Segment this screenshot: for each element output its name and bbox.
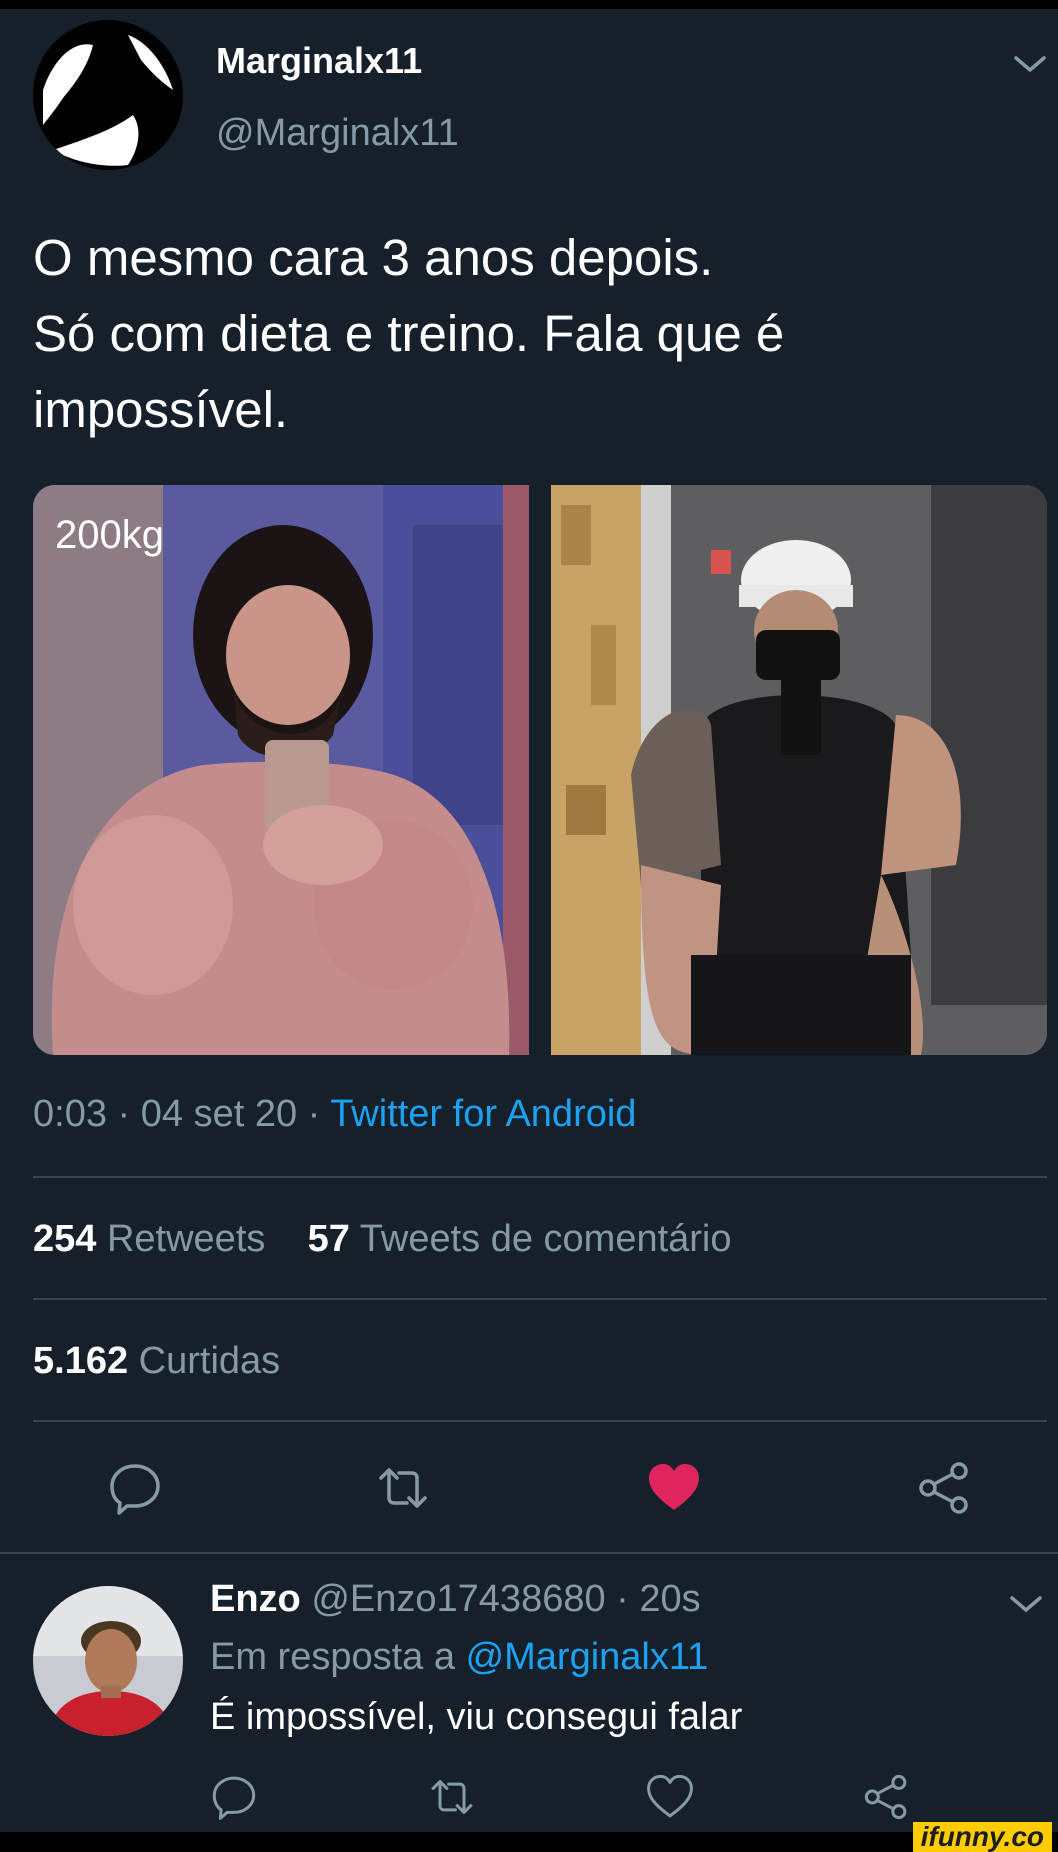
reply-time: 20s	[639, 1578, 701, 1620]
retweet-icon[interactable]	[375, 1460, 431, 1516]
quotes-label: Tweets de comentário	[359, 1218, 732, 1260]
reply-context-label: Em resposta a	[210, 1636, 455, 1678]
reply-icon[interactable]	[210, 1773, 258, 1821]
tweet-meta: 0:03 · 04 set 20 · Twitter for Android	[33, 1093, 636, 1136]
tweet-text-line: Só com dieta e treino. Fala que é	[33, 305, 785, 362]
divider	[33, 1420, 1047, 1422]
tweet-time: 0:03	[33, 1093, 107, 1135]
reply-author-avatar[interactable]	[33, 1586, 183, 1736]
likes-label: Curtidas	[138, 1340, 281, 1382]
avatar-silhouette-image	[33, 20, 183, 170]
quotes-count: 57	[307, 1218, 350, 1260]
reply-author-handle[interactable]: @Enzo17438680	[311, 1578, 605, 1620]
heart-filled-icon[interactable]	[646, 1460, 702, 1516]
share-icon[interactable]	[916, 1460, 972, 1516]
divider	[33, 1298, 1047, 1300]
retweets-stat[interactable]: 254 Retweets	[33, 1218, 265, 1260]
before-photo-image	[33, 485, 529, 1055]
meta-separator: ·	[307, 1093, 321, 1135]
likes-stat[interactable]: 5.162 Curtidas	[33, 1340, 280, 1383]
tweet-text-line: O mesmo cara 3 anos depois.	[33, 229, 714, 286]
divider	[33, 1176, 1047, 1178]
author-avatar[interactable]	[33, 20, 183, 170]
tweet-photo-before[interactable]: 200kg	[33, 485, 529, 1055]
reply-context-mention[interactable]: @Marginalx11	[466, 1636, 709, 1678]
reply-author-name[interactable]: Enzo	[210, 1578, 301, 1620]
reply-icon[interactable]	[107, 1460, 163, 1516]
likes-count: 5.162	[33, 1340, 129, 1382]
watermark-bar	[0, 1832, 1058, 1852]
retweet-stats: 254 Retweets 57 Tweets de comentário	[33, 1218, 732, 1261]
quotes-stat[interactable]: 57 Tweets de comentário	[308, 1218, 732, 1260]
chevron-down-icon[interactable]	[1008, 1592, 1044, 1616]
heart-icon[interactable]	[646, 1773, 694, 1821]
author-handle[interactable]: @Marginalx11	[216, 112, 459, 155]
reply-context: Em resposta a @Marginalx11	[210, 1636, 708, 1679]
meta-separator: ·	[117, 1093, 131, 1135]
tweet-photo-after[interactable]	[551, 485, 1047, 1055]
reply-text: É impossível, viu consegui falar	[210, 1696, 743, 1738]
reply-separator: ·	[616, 1578, 629, 1620]
retweet-icon[interactable]	[428, 1773, 476, 1821]
divider	[0, 1552, 1058, 1554]
tweet-date: 04 set 20	[140, 1093, 298, 1135]
ifunny-watermark: ifunny.co	[912, 1822, 1052, 1852]
tweet-text: O mesmo cara 3 anos depois. Só com dieta…	[33, 220, 1023, 448]
photo-caption: 200kg	[55, 513, 164, 557]
author-name[interactable]: Marginalx11	[216, 40, 422, 82]
share-icon[interactable]	[862, 1773, 910, 1821]
tweet-text-line: impossível.	[33, 381, 289, 438]
top-edge-bar	[0, 0, 1058, 9]
retweets-count: 254	[33, 1218, 97, 1260]
chevron-down-icon[interactable]	[1012, 52, 1048, 76]
tweet-source-link[interactable]: Twitter for Android	[330, 1093, 636, 1135]
retweets-label: Retweets	[106, 1218, 266, 1260]
reply-avatar-image	[33, 1586, 183, 1736]
reply-header: Enzo @Enzo17438680 · 20s	[210, 1578, 701, 1621]
after-photo-image	[551, 485, 1047, 1055]
